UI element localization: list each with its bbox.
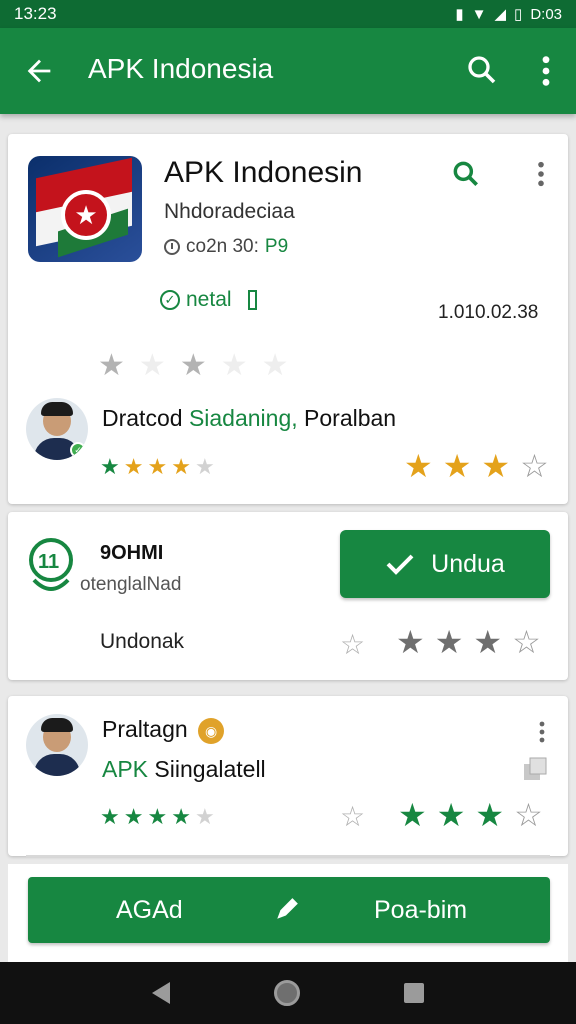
reviewer-name: Dratcod Siadaning, Poralban <box>102 405 397 431</box>
install-label: netal <box>186 288 232 311</box>
star-icon[interactable]: ★ <box>443 447 472 485</box>
app-icon[interactable]: ★ <box>28 156 142 262</box>
check-icon <box>386 554 414 575</box>
search-icon[interactable] <box>464 52 500 88</box>
star-icon: ★ <box>100 454 120 479</box>
star-outline-icon[interactable]: ☆ <box>514 796 543 834</box>
nav-recents-icon[interactable] <box>404 983 424 1003</box>
star-icon[interactable]: ★ <box>98 348 125 383</box>
more-vert-icon[interactable] <box>536 54 556 88</box>
star-icon[interactable]: ★ <box>481 447 510 485</box>
star-icon[interactable]: ★ <box>404 447 433 485</box>
battery-icon: ▯ <box>514 6 523 23</box>
star-icon: ★ <box>171 804 191 829</box>
star-icon: ★ <box>147 804 168 829</box>
bottom-action-bar: AGAd Poa-bim <box>8 864 568 964</box>
reviewer-name: Praltagn ◉ <box>102 716 225 744</box>
star-icon: ★ <box>123 454 144 479</box>
review-small-stars: ★ ★ ★ ★ ★ <box>100 804 215 830</box>
promo-title: 9OHMI <box>100 542 164 564</box>
action-right-label: Poa-bim <box>374 896 468 924</box>
review-big-stars[interactable]: ★ ★ ★ ☆ <box>398 796 543 834</box>
app-meta: co2n 30: P9 <box>164 236 288 258</box>
copy-icon[interactable] <box>522 756 548 782</box>
app-version: 1.010.02.38 <box>438 302 539 323</box>
app-bar: APK Indonesia <box>0 28 576 114</box>
download-button[interactable]: Undua <box>340 530 550 598</box>
star-icon: ★ <box>100 804 120 829</box>
star-icon[interactable]: ★ <box>180 348 207 383</box>
medal-badge-icon: ◉ <box>198 717 225 744</box>
verified-badge-icon: ✓ <box>70 442 86 458</box>
app-meta-text: co2n 30: <box>186 236 259 257</box>
promo-subtitle: otenglalNad <box>80 574 182 595</box>
star-icon[interactable]: ★ <box>221 348 248 383</box>
search-icon[interactable] <box>450 158 482 190</box>
star-outline-icon[interactable]: ☆ <box>520 447 549 485</box>
divider <box>26 855 550 857</box>
star-icon: ★ <box>147 454 168 479</box>
primary-action-button[interactable]: AGAd Poa-bim <box>28 877 550 943</box>
avatar[interactable] <box>26 714 88 776</box>
star-icon[interactable]: ★ <box>262 348 289 383</box>
star-icon[interactable]: ★ <box>398 796 427 834</box>
reviewer-app: APK Siingalatell <box>102 756 266 782</box>
review-small-stars: ★ ★ ★ ★ ★ <box>100 454 215 480</box>
wifi-icon: ▼ <box>471 5 487 23</box>
status-time: 13:23 <box>14 4 57 23</box>
app-meta-highlight: P9 <box>264 236 289 257</box>
status-battery-time: D:03 <box>530 5 562 23</box>
star-icon[interactable]: ★ <box>139 348 166 383</box>
download-button-label: Undua <box>431 549 505 578</box>
rating-stars[interactable]: ★ ★ ★ ★ ★ <box>98 348 289 383</box>
app-bar-title: APK Indonesia <box>88 53 274 84</box>
review-card: Praltagn ◉ APK Siingalatell ★ ★ ★ ★ ★ ☆ … <box>8 696 568 856</box>
star-outline-icon[interactable]: ☆ <box>340 800 365 833</box>
more-vert-icon[interactable] <box>538 718 546 746</box>
star-icon: ★ <box>171 454 191 479</box>
star-icon[interactable]: ★ <box>396 623 425 661</box>
star-icon: ★ <box>123 804 144 829</box>
svg-text:11: 11 <box>38 551 59 573</box>
rating-row-label: Undonak <box>100 630 185 653</box>
promo-card: 11 9OHMI otenglalNad Undua Undonak ☆ ★ ★… <box>8 512 568 680</box>
install-status[interactable]: ✓ netal <box>160 288 257 312</box>
avatar[interactable]: ✓ <box>26 398 88 460</box>
install-box-icon <box>247 290 257 310</box>
star-icon: ★ <box>194 804 215 829</box>
star-icon[interactable]: ★ <box>475 796 504 834</box>
promo-rating-stars[interactable]: ★ ★ ★ ☆ <box>396 623 541 661</box>
star-icon[interactable]: ★ <box>435 623 464 661</box>
star-icon: ★ <box>194 454 215 479</box>
app-title: APK Indonesin <box>164 156 363 189</box>
system-nav-bar <box>0 962 576 1024</box>
check-circle-icon: ✓ <box>160 290 180 310</box>
more-vert-icon[interactable] <box>536 160 546 188</box>
status-bar: 13:23 ▮ ▼ ◢ ▯ D:03 <box>0 0 576 28</box>
nav-home-icon[interactable] <box>274 980 300 1006</box>
emblem-icon: ★ <box>61 190 111 240</box>
vibrate-icon: ▮ <box>455 6 464 23</box>
nav-back-icon[interactable] <box>152 982 170 1004</box>
status-icons: ▮ ▼ ◢ ▯ D:03 <box>455 5 562 24</box>
clock-icon <box>164 239 180 255</box>
app-logo-icon: 11 <box>29 538 73 591</box>
review-big-stars[interactable]: ★ ★ ★ ☆ <box>404 447 549 485</box>
star-icon[interactable]: ★ <box>473 623 502 661</box>
app-detail-card: ★ APK Indonesin Nhdoradeciaa co2n 30: P9… <box>8 134 568 504</box>
app-subtitle: Nhdoradeciaa <box>164 200 295 223</box>
pencil-icon <box>277 898 298 919</box>
star-icon[interactable]: ★ <box>437 796 466 834</box>
action-left-label: AGAd <box>116 896 183 924</box>
signal-icon: ◢ <box>494 6 507 23</box>
back-arrow-icon[interactable] <box>22 54 56 88</box>
star-outline-icon[interactable]: ☆ <box>340 628 365 661</box>
star-outline-icon[interactable]: ☆ <box>512 623 541 661</box>
